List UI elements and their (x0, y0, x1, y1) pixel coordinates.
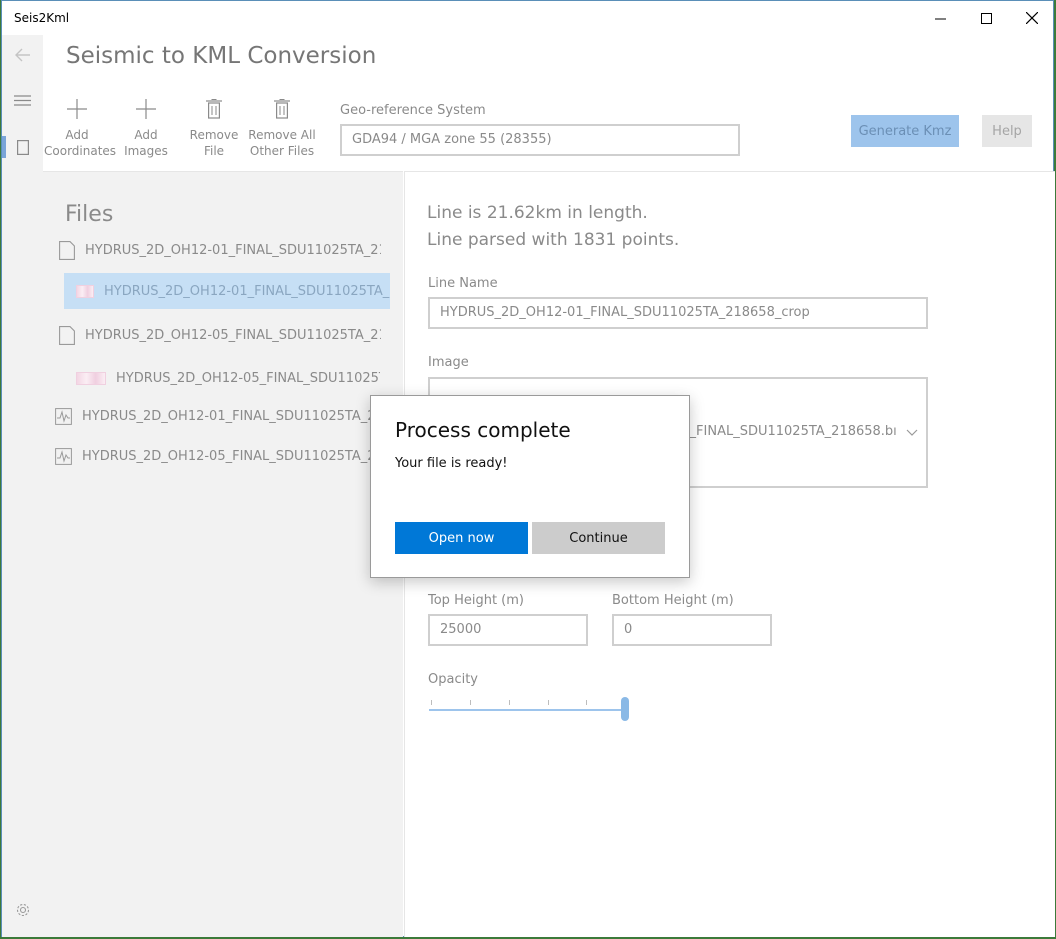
page-title: Seismic to KML Conversion (66, 43, 377, 69)
opacity-slider-thumb[interactable] (621, 697, 629, 721)
minimize-button[interactable] (917, 1, 963, 35)
help-button[interactable]: Help (982, 115, 1032, 147)
line-name-input[interactable]: HYDRUS_2D_OH12-01_FINAL_SDU11025TA_21865… (428, 297, 928, 329)
line-summary: Line is 21.62km in length. Line parsed w… (427, 200, 679, 254)
file-icon (59, 325, 75, 345)
dialog-title: Process complete (395, 418, 571, 442)
dialog-message: Your file is ready! (395, 456, 508, 471)
image-label: Image (428, 355, 469, 370)
add-coordinates-button[interactable]: Add Coordinates (44, 99, 117, 159)
file-icon (59, 240, 75, 260)
waveform-icon (55, 407, 72, 425)
document-icon[interactable] (2, 130, 43, 164)
navigation-rail (2, 35, 43, 937)
file-name: HYDRUS_2D_OH12-01_FINAL_SDU11025TA_2 (104, 283, 390, 299)
close-icon (1026, 12, 1038, 24)
files-heading: Files (65, 202, 114, 227)
trash-icon (180, 99, 248, 127)
settings-gear-icon[interactable] (2, 893, 43, 927)
add-coordinates-label-1: Add (65, 128, 89, 142)
files-pane: Files HYDRUS_2D_OH12-01_FINAL_SDU11025TA… (43, 171, 403, 937)
remove-file-button[interactable]: Remove File (180, 99, 248, 159)
opacity-label: Opacity (428, 672, 479, 687)
back-arrow-icon[interactable] (2, 38, 43, 72)
trash-icon (248, 99, 316, 127)
opacity-slider-track[interactable] (429, 709, 625, 711)
file-name: HYDRUS_2D_OH12-05_FINAL_SDU11025TA (116, 370, 380, 386)
top-height-label: Top Height (m) (428, 593, 524, 608)
line-points-text: Line parsed with 1831 points. (427, 230, 680, 250)
top-height-input[interactable]: 25000 (428, 614, 588, 646)
line-name-label: Line Name (428, 276, 498, 291)
app-window: Seis2Kml Seismic to KML Conversion Add C… (1, 0, 1055, 937)
close-button[interactable] (1009, 1, 1055, 35)
bottom-height-input[interactable]: 0 (612, 614, 772, 646)
georef-input[interactable]: GDA94 / MGA zone 55 (28355) (340, 124, 740, 156)
process-complete-dialog: Process complete Your file is ready! Ope… (370, 395, 690, 578)
remove-all-other-files-button[interactable]: Remove All Other Files (248, 99, 316, 159)
image-thumbnail (76, 371, 106, 385)
georef-label: Geo-reference System (340, 103, 486, 118)
file-name: HYDRUS_2D_OH12-01_FINAL_SDU11025TA_218 (85, 242, 381, 258)
file-list-item[interactable]: HYDRUS_2D_OH12-01_FINAL_SDU11025TA_21 (55, 398, 371, 434)
slider-tick (509, 700, 510, 705)
file-list-item[interactable]: HYDRUS_2D_OH12-05_FINAL_SDU11025TA_21 (55, 438, 371, 474)
hamburger-menu-icon[interactable] (2, 83, 43, 117)
slider-tick (470, 700, 471, 705)
maximize-icon (980, 12, 992, 24)
add-coordinates-label-2: Coordinates (44, 144, 117, 158)
add-images-label: Add Images (124, 128, 168, 158)
waveform-icon (55, 447, 72, 465)
continue-button[interactable]: Continue (532, 522, 665, 554)
slider-tick (548, 700, 549, 705)
remove-file-label: Remove File (189, 128, 239, 158)
remove-all-label-1: Remove All (248, 128, 316, 142)
slider-tick (431, 700, 432, 705)
file-name: HYDRUS_2D_OH12-05_FINAL_SDU11025TA_218 (85, 327, 381, 343)
file-name: HYDRUS_2D_OH12-05_FINAL_SDU11025TA_21 (82, 448, 371, 464)
bottom-height-label: Bottom Height (m) (612, 593, 734, 608)
remove-all-label-2: Other Files (249, 144, 315, 158)
minimize-icon (934, 18, 946, 19)
file-list-item[interactable]: HYDRUS_2D_OH12-05_FINAL_SDU11025TA_218 (59, 317, 381, 353)
generate-kmz-button[interactable]: Generate Kmz (851, 115, 959, 147)
plus-icon (112, 99, 180, 127)
line-length-text: Line is 21.62km in length. (427, 203, 648, 223)
file-list-item[interactable]: HYDRUS_2D_OH12-05_FINAL_SDU11025TA (76, 360, 380, 396)
slider-tick (586, 700, 587, 705)
file-list-item-selected[interactable]: HYDRUS_2D_OH12-01_FINAL_SDU11025TA_2 (64, 273, 390, 309)
file-name: HYDRUS_2D_OH12-01_FINAL_SDU11025TA_21 (82, 408, 371, 424)
app-title: Seis2Kml (14, 11, 70, 25)
image-select-value: 01_FINAL_SDU11025TA_218658.bı (673, 424, 897, 439)
chevron-down-icon (906, 429, 918, 436)
file-list-item[interactable]: HYDRUS_2D_OH12-01_FINAL_SDU11025TA_218 (59, 232, 381, 268)
plus-icon (44, 99, 110, 127)
add-images-button[interactable]: Add Images (112, 99, 180, 159)
open-now-button[interactable]: Open now (395, 522, 528, 554)
maximize-button[interactable] (963, 1, 1009, 35)
image-thumbnail (76, 284, 94, 298)
title-bar: Seis2Kml (2, 1, 1053, 35)
